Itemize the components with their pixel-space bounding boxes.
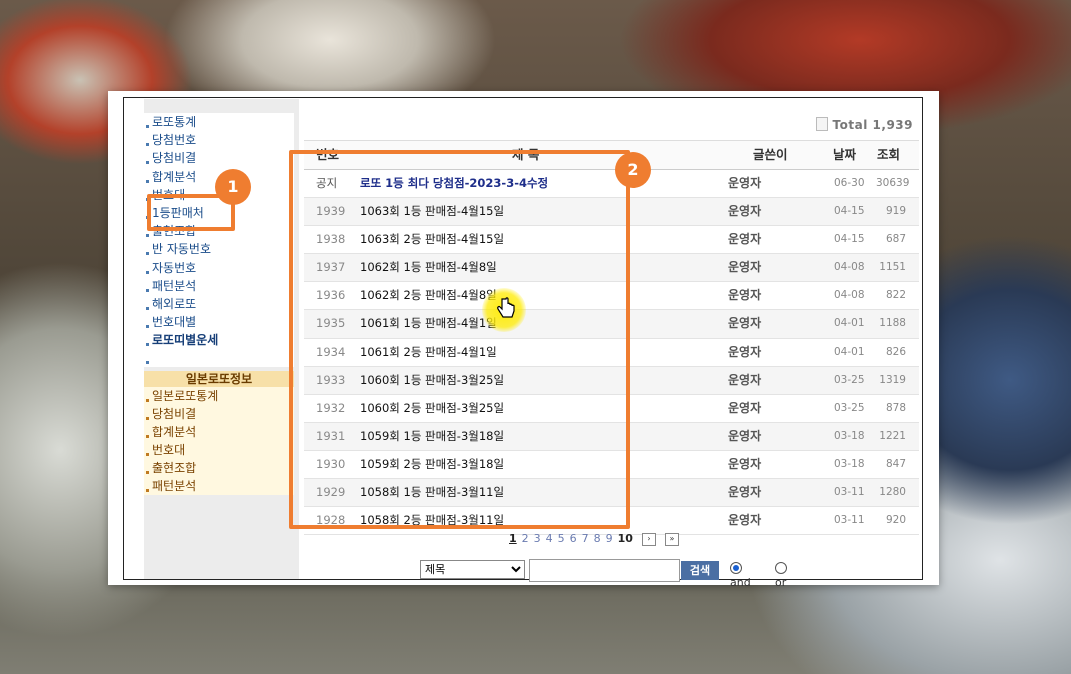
post-writer: 운영자 xyxy=(728,400,762,415)
total-count: Total 1,939 xyxy=(815,117,913,132)
total-label: Total xyxy=(832,118,868,132)
post-date: 04-01 xyxy=(834,317,865,330)
sidebar-item[interactable]: 당첨번호 xyxy=(144,131,294,150)
page-link[interactable]: 5 xyxy=(558,532,565,545)
post-date: 03-25 xyxy=(834,373,865,386)
sidebar-item[interactable]: 당첨비결 xyxy=(144,149,294,168)
header-writer: 글쓴이 xyxy=(753,147,788,162)
sidebar-item[interactable]: 해외로또 xyxy=(144,294,294,314)
japan-menu-item[interactable]: 당첨비결 xyxy=(144,405,294,424)
header-views: 조회 xyxy=(877,147,901,162)
post-writer: 운영자 xyxy=(728,316,762,331)
page-link[interactable]: 8 xyxy=(594,532,601,545)
search-field-select[interactable]: 제목 xyxy=(420,560,525,579)
post-writer: 운영자 xyxy=(728,513,762,528)
japan-menu-item[interactable]: 출현조합 xyxy=(144,459,294,478)
post-views: 1319 xyxy=(879,373,906,386)
post-date: 03-11 xyxy=(834,514,865,527)
page-link[interactable]: 3 xyxy=(534,532,541,545)
post-date: 06-30 xyxy=(834,177,865,189)
sidebar-item[interactable]: 로또통계 xyxy=(144,113,294,132)
document-icon xyxy=(815,117,828,131)
hand-cursor-icon xyxy=(497,297,515,318)
radio-or[interactable]: or xyxy=(775,562,791,589)
post-date: 04-08 xyxy=(834,289,865,302)
page-link[interactable]: 6 xyxy=(570,532,577,545)
search-input[interactable] xyxy=(529,559,680,582)
page-link[interactable]: 1 xyxy=(509,532,517,545)
page-link[interactable]: 7 xyxy=(582,532,589,545)
post-views: 687 xyxy=(885,233,906,246)
japan-menu-item[interactable]: 패턴분석 xyxy=(144,477,294,496)
radio-and[interactable]: and xyxy=(730,562,751,589)
sidebar-item[interactable]: 패턴분석 xyxy=(144,276,294,295)
japan-menu-item[interactable]: 합계분석 xyxy=(144,423,294,442)
sidebar-spacer xyxy=(144,349,294,368)
post-views: 30639 xyxy=(876,177,910,189)
post-date: 03-18 xyxy=(834,457,865,470)
sidebar-menu: 로또통계 당첨번호 당첨비결 합계분석 번호대 1등판매처 출현조합 반 자동번호 자동번호 패턴… xyxy=(144,113,294,496)
post-views: 1151 xyxy=(879,261,906,274)
japan-menu-item[interactable]: 번호대 xyxy=(144,441,294,460)
page-link[interactable]: 10 xyxy=(618,532,633,545)
total-value: 1,939 xyxy=(872,118,913,132)
post-views: 919 xyxy=(885,205,906,218)
post-date: 03-18 xyxy=(834,429,865,442)
page-link[interactable]: 2 xyxy=(522,532,529,545)
sidebar-item[interactable]: 번호대별 xyxy=(144,313,294,332)
post-views: 1280 xyxy=(879,486,906,499)
post-date: 03-25 xyxy=(834,401,865,414)
sidebar-item[interactable]: 로또띠별운세 xyxy=(144,331,294,350)
post-writer: 운영자 xyxy=(728,485,762,500)
step-badge-1: 1 xyxy=(215,169,251,205)
radio-or-icon xyxy=(775,562,787,574)
post-views: 822 xyxy=(885,289,906,302)
sidebar-item[interactable]: 자동번호 xyxy=(144,258,294,277)
pagination: 1 2 3 4 5 6 7 8 9 10 › » xyxy=(509,532,684,546)
page-link[interactable]: 9 xyxy=(606,532,613,545)
search-button[interactable]: 검색 xyxy=(681,561,719,580)
post-views: 847 xyxy=(885,457,906,470)
radio-or-label: or xyxy=(775,576,787,589)
step-badge-2: 2 xyxy=(615,152,651,188)
post-views: 878 xyxy=(885,401,906,414)
post-date: 04-08 xyxy=(834,261,865,274)
sidebar-item[interactable]: 반 자동번호 xyxy=(144,240,294,259)
page-link[interactable]: 4 xyxy=(546,532,553,545)
post-writer: 운영자 xyxy=(728,176,762,190)
post-views: 1221 xyxy=(879,429,906,442)
post-writer: 운영자 xyxy=(728,288,762,303)
radio-and-label: and xyxy=(730,576,751,589)
header-date: 날짜 xyxy=(833,147,857,162)
sidebar: 로또통계 당첨번호 당첨비결 합계분석 번호대 1등판매처 출현조합 반 자동번호 자동번호 패턴… xyxy=(144,99,299,579)
japan-lotto-header: 일본로또정보 xyxy=(144,371,294,388)
post-writer: 운영자 xyxy=(728,428,762,443)
japan-menu-item[interactable]: 일본로또통계 xyxy=(144,387,294,406)
post-writer: 운영자 xyxy=(728,204,762,219)
post-views: 826 xyxy=(885,345,906,358)
radio-and-icon xyxy=(730,562,742,574)
post-views: 1188 xyxy=(879,317,906,330)
last-page-button[interactable]: » xyxy=(664,532,679,546)
post-date: 04-01 xyxy=(834,345,865,358)
post-date: 04-15 xyxy=(834,205,865,218)
post-views: 920 xyxy=(885,514,906,527)
post-date: 04-15 xyxy=(834,233,865,246)
next-page-button[interactable]: › xyxy=(641,532,656,546)
highlight-box-list xyxy=(289,150,630,529)
post-writer: 운영자 xyxy=(728,260,762,275)
post-writer: 운영자 xyxy=(728,232,762,247)
post-writer: 운영자 xyxy=(728,372,762,387)
post-date: 03-11 xyxy=(834,486,865,499)
post-writer: 운영자 xyxy=(728,456,762,471)
post-writer: 운영자 xyxy=(728,344,762,359)
